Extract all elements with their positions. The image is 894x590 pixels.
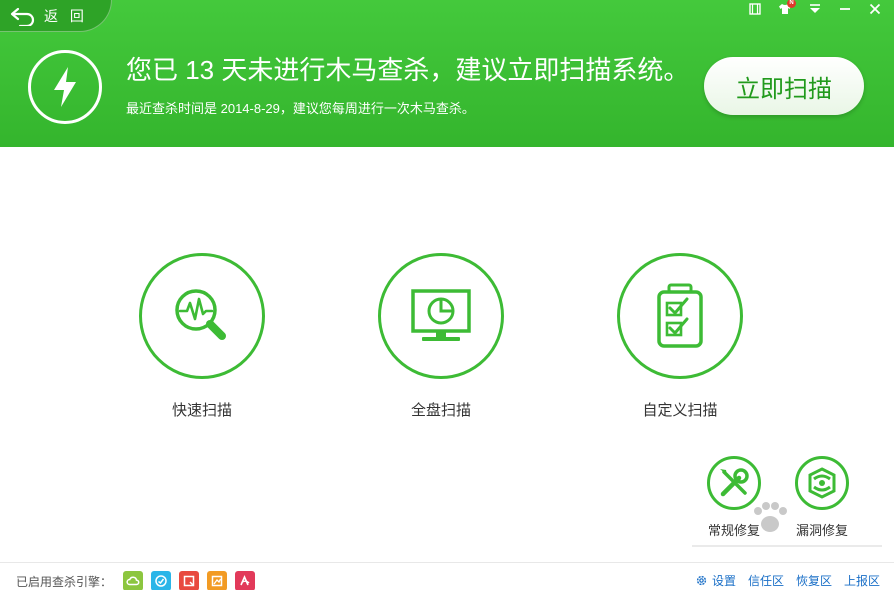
wrench-screwdriver-icon bbox=[720, 468, 749, 497]
avira-glyph-icon bbox=[240, 575, 250, 586]
repair-glyph-icon bbox=[211, 575, 223, 587]
qex-glyph-icon bbox=[183, 575, 195, 587]
footer-divider bbox=[0, 562, 894, 563]
full-scan-option[interactable]: 全盘扫描 bbox=[378, 253, 504, 420]
restore-zone-link[interactable]: 恢复区 bbox=[796, 572, 832, 589]
close-button[interactable] bbox=[862, 0, 888, 18]
vulnerability-repair-circle[interactable] bbox=[795, 456, 849, 510]
back-label: 返 回 bbox=[44, 7, 88, 24]
full-scan-label[interactable]: 全盘扫描 bbox=[411, 399, 471, 420]
cloud-engine-icon[interactable] bbox=[123, 571, 143, 590]
lightning-bolt-icon bbox=[54, 67, 76, 107]
qex-engine-icon[interactable] bbox=[179, 571, 199, 590]
window-controls: N bbox=[742, 0, 888, 18]
system-repair-engine-icon[interactable] bbox=[207, 571, 227, 590]
vulnerability-repair-label[interactable]: 漏洞修复 bbox=[796, 520, 848, 539]
quick-scan-label[interactable]: 快速扫描 bbox=[172, 399, 232, 420]
full-scan-circle[interactable] bbox=[378, 253, 504, 379]
back-button[interactable]: 返 回 bbox=[0, 0, 112, 32]
feedback-button[interactable] bbox=[742, 0, 768, 18]
qvm-engine-icon[interactable] bbox=[151, 571, 171, 590]
header-banner: 返 回 N 您已 13 天未进行木马查杀，建议立即扫描系统。 最近查杀时间是 2… bbox=[0, 0, 894, 147]
status-emblem bbox=[28, 50, 102, 124]
shield-repair-icon bbox=[808, 467, 836, 499]
film-icon bbox=[749, 3, 761, 15]
close-icon bbox=[869, 3, 881, 15]
quick-scan-option[interactable]: 快速扫描 bbox=[139, 253, 265, 420]
routine-repair-label[interactable]: 常规修复 bbox=[708, 520, 760, 539]
checklist-icon bbox=[657, 283, 703, 348]
back-arrow-icon bbox=[10, 7, 35, 26]
cloud-glyph-icon bbox=[126, 576, 140, 586]
monitor-icon bbox=[411, 289, 471, 341]
magnifier-pulse-icon bbox=[175, 289, 226, 340]
avira-engine-icon[interactable] bbox=[235, 571, 255, 590]
settings-link[interactable]: 设置 bbox=[695, 572, 736, 589]
vulnerability-repair-tool[interactable]: 漏洞修复 bbox=[794, 456, 850, 539]
engines-label: 已启用查杀引擎： bbox=[16, 575, 113, 589]
minimize-button[interactable] bbox=[832, 0, 858, 18]
skin-button[interactable]: N bbox=[772, 0, 798, 18]
routine-repair-circle[interactable] bbox=[707, 456, 761, 510]
menu-button[interactable] bbox=[802, 0, 828, 18]
custom-scan-circle[interactable] bbox=[617, 253, 743, 379]
qvm-glyph-icon bbox=[155, 575, 167, 587]
trojan-scan-window: 返 回 N 您已 13 天未进行木马查杀，建议立即扫描系统。 最近查杀时间是 2… bbox=[0, 0, 894, 590]
report-zone-link[interactable]: 上报区 bbox=[844, 572, 880, 589]
scan-now-button[interactable]: 立即扫描 bbox=[704, 57, 864, 115]
custom-scan-option[interactable]: 自定义扫描 bbox=[617, 253, 743, 420]
new-badge: N bbox=[787, 0, 796, 8]
quick-scan-circle[interactable] bbox=[139, 253, 265, 379]
last-scan-info: 最近查杀时间是 2014-8-29，建议您每周进行一次木马查杀。 bbox=[126, 101, 475, 116]
settings-label[interactable]: 设置 bbox=[712, 572, 736, 589]
minimize-icon bbox=[840, 8, 850, 10]
routine-repair-tool[interactable]: 常规修复 bbox=[706, 456, 762, 539]
custom-scan-label[interactable]: 自定义扫描 bbox=[642, 399, 717, 420]
engine-list bbox=[123, 571, 255, 590]
menu-dropdown-icon bbox=[810, 4, 820, 13]
gear-icon bbox=[696, 575, 707, 586]
trust-zone-link[interactable]: 信任区 bbox=[748, 572, 784, 589]
footer-links: 设置 信任区 恢复区 上报区 bbox=[695, 572, 880, 589]
scan-reminder-headline: 您已 13 天未进行木马查杀，建议立即扫描系统。 bbox=[126, 55, 690, 85]
